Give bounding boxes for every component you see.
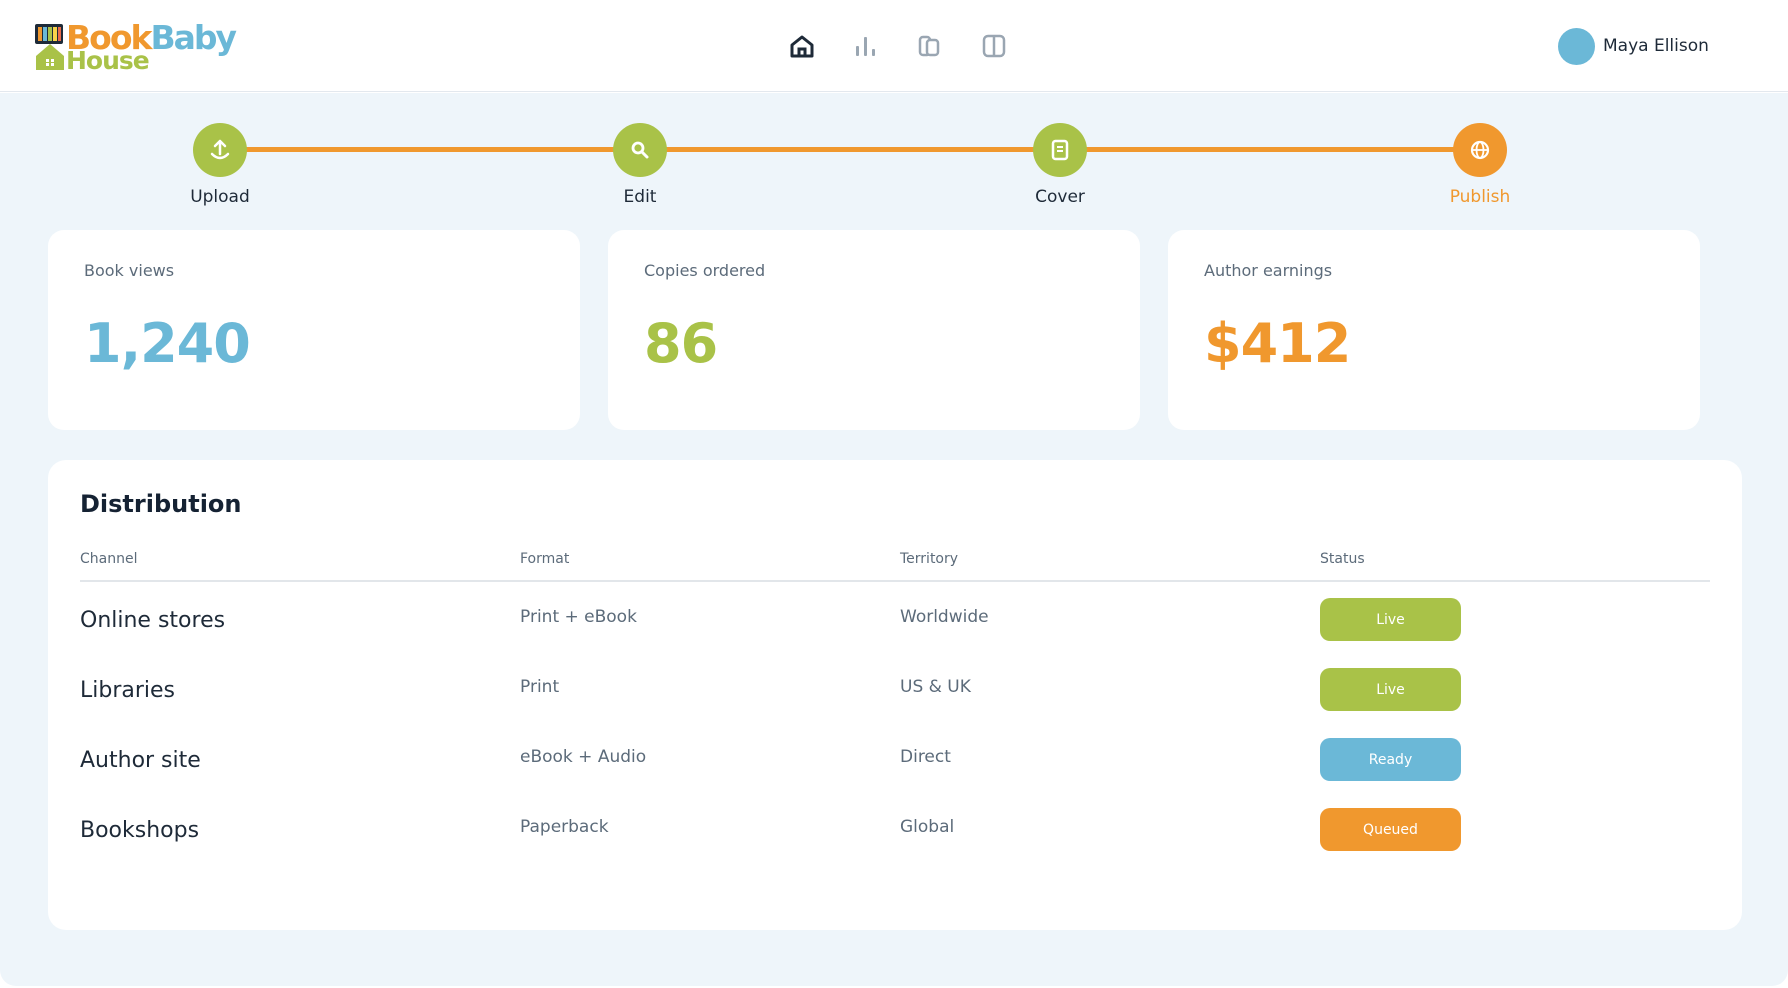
- step-label: Publish: [1449, 187, 1511, 207]
- distribution-panel: Distribution Channel Format Territory St…: [48, 460, 1742, 930]
- logo-house-icon: [35, 24, 64, 70]
- bar-chart-icon: [856, 37, 875, 56]
- logo-word-baby: Baby: [150, 18, 237, 57]
- home-icon: [790, 35, 814, 58]
- user-menu[interactable]: Maya Ellison: [1558, 27, 1709, 65]
- step-label: Cover: [1035, 187, 1085, 207]
- cell-format: Print: [520, 677, 560, 697]
- step-label: Edit: [623, 187, 657, 207]
- step-circle[interactable]: [193, 123, 247, 177]
- cell-format: Paperback: [520, 817, 609, 837]
- stat-label: Book views: [84, 261, 175, 280]
- distribution-title: Distribution: [80, 490, 242, 518]
- column-header-format: Format: [520, 551, 570, 567]
- column-header-territory: Territory: [900, 551, 959, 567]
- stat-card-copies: Copies ordered 86: [608, 230, 1140, 430]
- book-open-icon: [982, 34, 1006, 58]
- cell-format: eBook + Audio: [520, 747, 647, 767]
- book-baby-house-logo[interactable]: BookBaby House: [34, 18, 244, 75]
- library-icon: [918, 35, 940, 57]
- column-header-status: Status: [1320, 551, 1365, 567]
- column-header-channel: Channel: [80, 551, 138, 567]
- stat-value: 86: [644, 312, 718, 375]
- search-icon: [631, 141, 649, 159]
- cell-territory: Global: [900, 817, 955, 837]
- status-badge: Live: [1320, 668, 1461, 711]
- table-row[interactable]: Online stores Print + eBook Worldwide Li…: [48, 584, 1742, 654]
- main-content: Upload Edit Cover Publish Book views 1,2…: [0, 93, 1788, 986]
- main-nav: [786, 28, 1010, 64]
- cell-channel: Author site: [80, 748, 201, 773]
- nav-stats[interactable]: [850, 28, 882, 64]
- nav-home[interactable]: [786, 28, 818, 64]
- cell-channel: Online stores: [80, 608, 226, 633]
- upload-icon: [210, 139, 230, 160]
- stat-value: $412: [1204, 312, 1351, 375]
- cell-territory: Direct: [900, 747, 951, 767]
- cell-channel: Libraries: [80, 678, 176, 703]
- globe-icon: [1470, 140, 1490, 160]
- nav-reader[interactable]: [978, 28, 1010, 64]
- status-badge: Ready: [1320, 738, 1461, 781]
- step-cover[interactable]: Cover: [990, 123, 1130, 207]
- stat-label: Copies ordered: [644, 261, 766, 280]
- step-upload[interactable]: Upload: [150, 123, 290, 207]
- publish-stepper: Upload Edit Cover Publish: [0, 93, 1788, 223]
- step-label: Upload: [190, 187, 250, 207]
- step-edit[interactable]: Edit: [570, 123, 710, 207]
- nav-library[interactable]: [914, 28, 946, 64]
- logo-word-house: House: [66, 46, 150, 75]
- cell-channel: Bookshops: [80, 818, 200, 843]
- status-badge: Live: [1320, 598, 1461, 641]
- cell-territory: US & UK: [900, 677, 971, 697]
- table-row[interactable]: Bookshops Paperback Global Queued: [48, 794, 1742, 864]
- stat-value: 1,240: [84, 312, 251, 375]
- document-icon: [1051, 139, 1069, 161]
- stat-card-views: Book views 1,240: [48, 230, 580, 430]
- table-row[interactable]: Libraries Print US & UK Live: [48, 654, 1742, 724]
- avatar: [1558, 27, 1595, 65]
- top-header: BookBaby House Maya Ellison: [0, 0, 1788, 92]
- step-publish[interactable]: Publish: [1410, 123, 1550, 207]
- step-circle[interactable]: [1453, 123, 1507, 177]
- cell-territory: Worldwide: [900, 607, 989, 627]
- cell-format: Print + eBook: [520, 607, 637, 627]
- table-row[interactable]: Author site eBook + Audio Direct Ready: [48, 724, 1742, 794]
- step-circle[interactable]: [1033, 123, 1087, 177]
- header-divider: [80, 580, 1710, 582]
- step-circle[interactable]: [613, 123, 667, 177]
- status-badge: Queued: [1320, 808, 1461, 851]
- stat-card-earnings: Author earnings $412: [1168, 230, 1700, 430]
- user-name: Maya Ellison: [1603, 36, 1709, 56]
- stat-label: Author earnings: [1204, 261, 1333, 280]
